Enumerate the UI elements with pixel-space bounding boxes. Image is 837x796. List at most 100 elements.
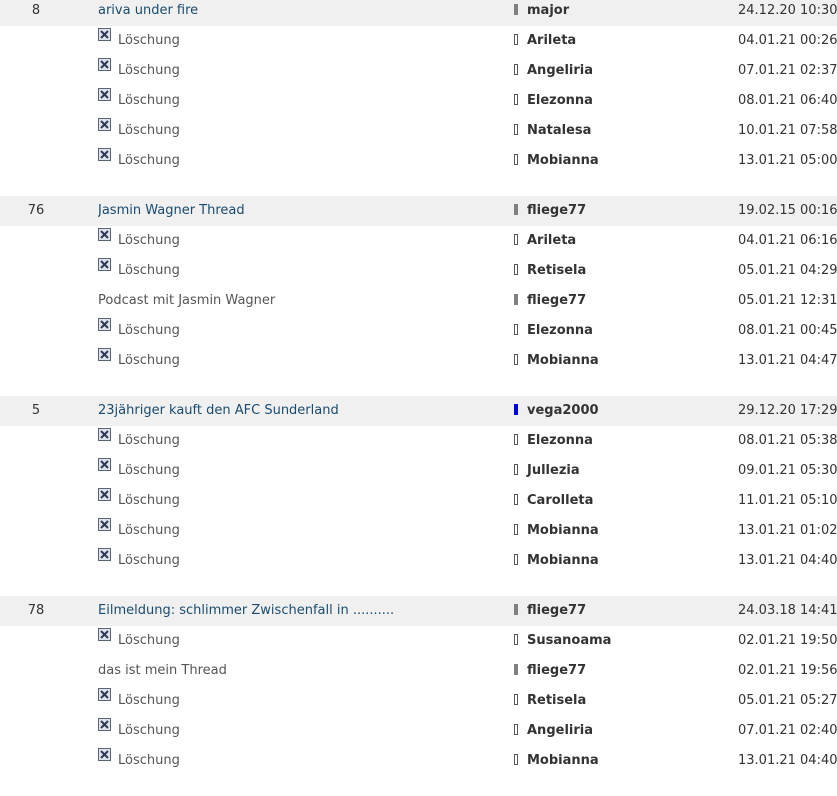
deleted-post: Löschung	[98, 226, 498, 256]
post-row: Löschung Angeliria 07.01.21 02:37	[0, 56, 837, 86]
username[interactable]: Susanoama	[527, 633, 611, 648]
user-status-marker	[514, 404, 518, 415]
username[interactable]: Angeliria	[527, 723, 593, 738]
user-link[interactable]: major	[514, 0, 694, 26]
user-link[interactable]: Elezonna	[514, 426, 694, 456]
post-row: Löschung Mobianna 13.01.21 04:40	[0, 746, 837, 776]
username[interactable]: Arileta	[527, 233, 576, 248]
username[interactable]: fliege77	[527, 663, 586, 678]
username[interactable]: Mobianna	[527, 353, 599, 368]
post-row: Löschung Elezonna 08.01.21 06:40	[0, 86, 837, 116]
user-link[interactable]: fliege77	[514, 286, 694, 316]
reply-count: 76	[27, 203, 45, 218]
user-link[interactable]: Elezonna	[514, 86, 694, 116]
deletion-label: Löschung	[118, 493, 180, 508]
username[interactable]: Mobianna	[527, 153, 599, 168]
user-status-marker	[514, 554, 518, 565]
user-link[interactable]: Mobianna	[514, 516, 694, 546]
deletion-label: Löschung	[118, 263, 180, 278]
user-link[interactable]: fliege77	[514, 596, 694, 626]
post-date: 09.01.21 05:30	[738, 463, 837, 478]
username[interactable]: vega2000	[527, 403, 599, 418]
post-row: Löschung Arileta 04.01.21 06:16	[0, 226, 837, 256]
username[interactable]: Elezonna	[527, 323, 593, 338]
user-status-marker	[514, 464, 518, 475]
post-date: 02.01.21 19:56	[738, 663, 837, 678]
username[interactable]: Jullezia	[527, 463, 580, 478]
thread-block: 5 23jähriger kauft den AFC Sunderland vega…	[0, 396, 837, 576]
post-date: 13.01.21 01:02	[738, 523, 837, 538]
delete-x-icon	[98, 626, 111, 641]
reply-count: 78	[27, 603, 45, 618]
user-status-marker	[514, 754, 518, 765]
post-date: 07.01.21 02:37	[738, 63, 837, 78]
user-link[interactable]: Carolleta	[514, 486, 694, 516]
post-title-link[interactable]: Podcast mit Jasmin Wagner	[98, 286, 498, 316]
user-status-marker	[514, 354, 518, 365]
user-link[interactable]: Arileta	[514, 26, 694, 56]
username[interactable]: Elezonna	[527, 93, 593, 108]
thread-header-row: 78 Eilmeldung: schlimmer Zwischenfall in …	[0, 596, 837, 626]
username[interactable]: Natalesa	[527, 123, 591, 138]
user-link[interactable]: Angeliria	[514, 56, 694, 86]
post-date: 24.03.18 14:41	[738, 603, 837, 618]
user-link[interactable]: Jullezia	[514, 456, 694, 486]
username[interactable]: Elezonna	[527, 433, 593, 448]
user-link[interactable]: Retisela	[514, 256, 694, 286]
username[interactable]: Mobianna	[527, 753, 599, 768]
post-date: 04.01.21 00:26	[738, 33, 837, 48]
username[interactable]: Retisela	[527, 693, 586, 708]
user-link[interactable]: Mobianna	[514, 546, 694, 576]
deletion-label: Löschung	[118, 323, 180, 338]
username[interactable]: Retisela	[527, 263, 586, 278]
deleted-post: Löschung	[98, 26, 498, 56]
thread-title-link[interactable]: Jasmin Wagner Thread	[98, 196, 498, 226]
username[interactable]: Carolleta	[527, 493, 593, 508]
user-link[interactable]: Angeliria	[514, 716, 694, 746]
user-link[interactable]: Arileta	[514, 226, 694, 256]
delete-x-icon	[98, 146, 111, 161]
user-link[interactable]: vega2000	[514, 396, 694, 426]
user-link[interactable]: Mobianna	[514, 346, 694, 376]
user-status-marker	[514, 124, 518, 135]
deleted-post: Löschung	[98, 316, 498, 346]
user-status-marker	[514, 324, 518, 335]
username[interactable]: Mobianna	[527, 553, 599, 568]
user-link[interactable]: Natalesa	[514, 116, 694, 146]
post-date: 29.12.20 17:29	[738, 403, 837, 418]
username[interactable]: fliege77	[527, 203, 586, 218]
deletion-label: Löschung	[118, 33, 180, 48]
thread-block: 8 ariva under fire major 24.12.20 10:30 Lösc…	[0, 0, 837, 176]
post-title-link[interactable]: das ist mein Thread	[98, 656, 498, 686]
user-status-marker	[514, 434, 518, 445]
delete-x-icon	[98, 426, 111, 441]
thread-title-link[interactable]: 23jähriger kauft den AFC Sunderland	[98, 396, 498, 426]
user-link[interactable]: Mobianna	[514, 146, 694, 176]
user-link[interactable]: Mobianna	[514, 746, 694, 776]
deleted-post: Löschung	[98, 716, 498, 746]
delete-x-icon	[98, 116, 111, 131]
thread-block: 78 Eilmeldung: schlimmer Zwischenfall in …	[0, 596, 837, 776]
delete-x-icon	[98, 516, 111, 531]
user-link[interactable]: Retisela	[514, 686, 694, 716]
username[interactable]: Arileta	[527, 33, 576, 48]
post-row: Löschung Retisela 05.01.21 04:29	[0, 256, 837, 286]
username[interactable]: Angeliria	[527, 63, 593, 78]
username[interactable]: Mobianna	[527, 523, 599, 538]
username[interactable]: fliege77	[527, 603, 586, 618]
user-status-marker	[514, 94, 518, 105]
deletion-label: Löschung	[118, 353, 180, 368]
deleted-post: Löschung	[98, 86, 498, 116]
thread-title-link[interactable]: ariva under fire	[98, 0, 498, 26]
thread-title-link[interactable]: Eilmeldung: schlimmer Zwischenfall in ..…	[98, 596, 498, 626]
user-link[interactable]: fliege77	[514, 656, 694, 686]
user-link[interactable]: Elezonna	[514, 316, 694, 346]
username[interactable]: major	[527, 3, 569, 18]
deleted-post: Löschung	[98, 516, 498, 546]
post-date: 05.01.21 05:27	[738, 693, 837, 708]
user-status-marker	[514, 724, 518, 735]
delete-x-icon	[98, 56, 111, 71]
user-link[interactable]: Susanoama	[514, 626, 694, 656]
username[interactable]: fliege77	[527, 293, 586, 308]
user-link[interactable]: fliege77	[514, 196, 694, 226]
